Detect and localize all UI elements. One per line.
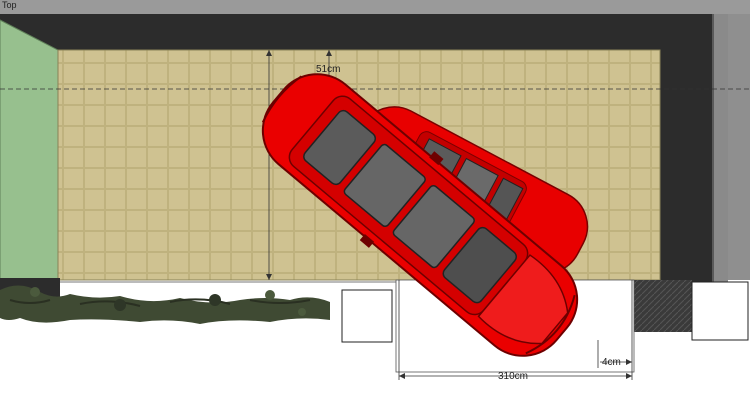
dimension-label-side-gap: 4cm <box>602 357 621 368</box>
viewport-canvas[interactable]: Top 51cm 310cm 4cm <box>0 0 750 400</box>
garage-topview-drawing <box>0 0 750 400</box>
left-hedge-area <box>0 19 59 285</box>
pillar-left <box>341 289 393 343</box>
dimension-label-top-gap: 51cm <box>316 64 341 75</box>
dimension-label-car-length: 310cm <box>498 371 529 382</box>
right-low-wall <box>630 280 692 332</box>
viewport-label[interactable]: Top <box>2 0 17 10</box>
